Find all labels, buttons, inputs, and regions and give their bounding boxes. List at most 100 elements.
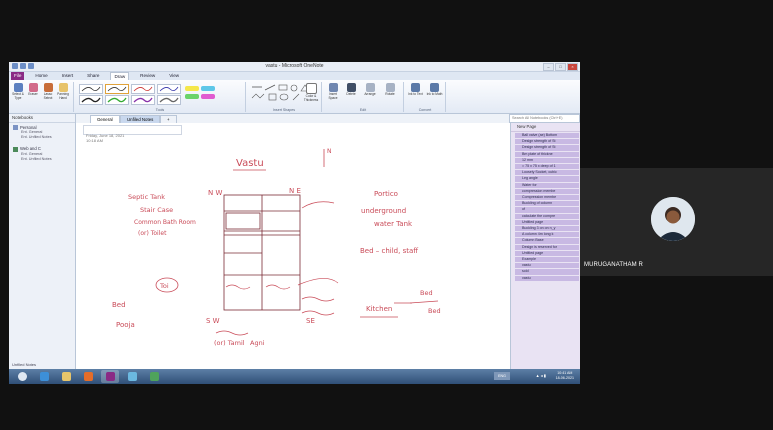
highlighter-yellow[interactable] xyxy=(185,86,199,91)
pen-black-medium[interactable] xyxy=(79,95,103,105)
select-type-button[interactable]: Select & Type xyxy=(12,83,24,100)
arrange-button[interactable]: Arrange xyxy=(361,83,379,97)
highlighter-pink[interactable] xyxy=(201,94,215,99)
highlighter-green[interactable] xyxy=(185,94,199,99)
page-list-item[interactable]: Loosely Socket, cubic xyxy=(515,170,579,176)
page-list-item[interactable]: sold xyxy=(515,269,579,275)
title-bar: vastu - Microsoft OneNote – □ × xyxy=(9,62,580,72)
page-list-item[interactable]: vastu xyxy=(515,275,579,281)
panning-hand-button[interactable]: Panning Hand xyxy=(57,83,69,100)
participant-avatar xyxy=(651,197,695,241)
section-item[interactable]: Ent. Unfiled Notes xyxy=(9,157,75,162)
page-list-item[interactable]: Buckling 3 on on n_y xyxy=(515,226,579,232)
page-list-item[interactable]: Untitled page xyxy=(515,250,579,257)
page-list-item[interactable]: Bm plate of thickne xyxy=(515,151,579,157)
page-list-item[interactable]: Untitled page xyxy=(515,219,579,226)
notebook-icon xyxy=(13,125,18,131)
insert-space-button[interactable]: Insert Space xyxy=(325,83,341,100)
tab-file[interactable]: File xyxy=(11,72,25,80)
lasso-select-button[interactable]: Lasso Select xyxy=(42,83,54,100)
page-list-item[interactable]: Design is reserved for xyxy=(515,244,579,250)
notebooks-pane: Notebooks Personal Ent. General Ent. Unf… xyxy=(9,114,76,369)
close-button[interactable]: × xyxy=(567,63,578,71)
page-list-item[interactable]: A column 4m long k xyxy=(515,232,579,238)
rotate-label: Rotate xyxy=(385,92,395,96)
notebook-web[interactable]: Web and C xyxy=(9,144,75,152)
tab-draw[interactable]: Draw xyxy=(110,72,130,80)
ink-to-math-button[interactable]: Ink to Math xyxy=(426,83,443,97)
delete-button[interactable]: Delete xyxy=(343,83,359,97)
participant-name: MURUGANATHAM R xyxy=(584,262,643,268)
minimize-button[interactable]: – xyxy=(543,63,554,71)
pen-gray[interactable] xyxy=(157,95,181,105)
color-thickness-button[interactable]: Color & Thickness xyxy=(303,83,319,102)
page-list-item[interactable]: Example xyxy=(515,257,579,263)
taskbar-app[interactable] xyxy=(123,370,141,383)
tab-home[interactable]: Home xyxy=(32,72,50,80)
hw-underground: underground xyxy=(361,207,406,215)
new-page-button[interactable]: New Page xyxy=(511,123,580,132)
pen-purple[interactable] xyxy=(131,95,155,105)
taskbar-clock[interactable]: 10:41 AM 18-06-2021 xyxy=(556,371,574,381)
taskbar-ie[interactable] xyxy=(35,370,53,383)
unfiled-notes-link[interactable]: Unfiled Notes xyxy=(12,362,36,367)
onenote-window: vastu - Microsoft OneNote – □ × File Hom… xyxy=(9,62,580,384)
pen-black-thin[interactable] xyxy=(79,84,103,94)
hw-bed-3: Bed xyxy=(428,307,441,315)
taskbar-onenote[interactable] xyxy=(101,370,119,383)
ribbon: Select & Type Eraser Lasso Select Pannin… xyxy=(9,80,580,114)
page-list-item[interactable]: Design strength of St xyxy=(515,139,579,145)
maximize-button[interactable]: □ xyxy=(555,63,566,71)
hw-kitchen: Kitchen xyxy=(366,305,392,313)
page-list: Ball valve (ae) Bottom Design strength of… xyxy=(511,133,580,281)
pen-red[interactable] xyxy=(131,84,155,94)
delete-label: Delete xyxy=(346,92,356,96)
ink-to-text-button[interactable]: Ink to Text xyxy=(407,83,424,97)
page-list-item[interactable]: 12 mm xyxy=(515,157,579,164)
page-list-item[interactable]: Water for xyxy=(515,182,579,188)
system-tray[interactable]: ▲ ◂ ▮ xyxy=(536,373,546,378)
page-list-item[interactable]: Buckling of column xyxy=(515,201,579,207)
hw-circled-toi: Toi xyxy=(159,282,169,290)
pen-black-selected[interactable] xyxy=(105,84,129,94)
page-list-item[interactable]: vastu xyxy=(515,263,579,269)
taskbar-explorer[interactable] xyxy=(57,370,75,383)
pen-blue[interactable] xyxy=(157,84,181,94)
eraser-label: Eraser xyxy=(28,92,38,96)
taskbar-media[interactable] xyxy=(79,370,97,383)
taskbar-app-2[interactable] xyxy=(145,370,163,383)
start-button[interactable] xyxy=(13,370,31,383)
tab-review[interactable]: Review xyxy=(137,72,158,80)
group-label-tools: Tools xyxy=(155,108,165,112)
page-list-item[interactable]: calculate the compre xyxy=(515,213,579,219)
page-list-item[interactable]: = 75 x 75 x deep of 1 xyxy=(515,164,579,170)
tab-view[interactable]: View xyxy=(166,72,182,80)
insert-shapes-group: Color & Thickness Insert Shapes xyxy=(247,82,322,112)
hw-water-tank: water Tank xyxy=(374,220,413,228)
page-list-item[interactable]: of xyxy=(515,207,579,213)
notebook-icon xyxy=(13,146,18,152)
page-list-item[interactable]: Compression membe xyxy=(515,195,579,201)
ink-to-text-label: Ink to Text xyxy=(408,92,423,96)
section-item[interactable]: Ent. Unfiled Notes xyxy=(9,135,75,140)
page-list-item[interactable]: Ball valve (ae) Bottom xyxy=(515,133,579,139)
page-list-item[interactable]: compression membe xyxy=(515,188,579,195)
tab-share[interactable]: Share xyxy=(84,72,102,80)
notebooks-header: Notebooks xyxy=(9,114,75,123)
handwritten-sketch: Vastu N N W N E S W SE Septic Tank Stair… xyxy=(112,148,441,347)
pen-green[interactable] xyxy=(105,95,129,105)
search-input[interactable]: Search All Notebooks (Ctrl+E) xyxy=(509,114,580,123)
tab-insert[interactable]: Insert xyxy=(59,72,77,80)
eraser-button[interactable]: Eraser xyxy=(27,83,39,97)
page-list-item[interactable]: Leg angle xyxy=(515,176,579,182)
language-indicator[interactable]: ENG xyxy=(494,372,510,380)
page-list-item[interactable]: Column Base xyxy=(515,238,579,244)
rotate-button[interactable]: Rotate xyxy=(381,83,399,97)
clock-date: 18-06-2021 xyxy=(555,376,574,380)
hw-ne: N E xyxy=(289,187,301,195)
note-canvas[interactable]: Friday, June 18, 2021 10:18 AM Vastu N N… xyxy=(76,123,509,369)
highlighter-cyan[interactable] xyxy=(201,86,215,91)
page-list-item[interactable]: Design strength of St xyxy=(515,145,579,151)
window-controls: – □ × xyxy=(543,63,578,71)
notebook-personal[interactable]: Personal xyxy=(9,123,75,131)
